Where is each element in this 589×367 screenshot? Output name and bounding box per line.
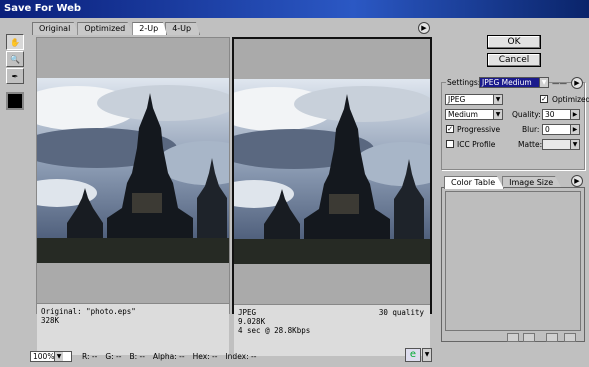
- tab-original[interactable]: Original: [32, 22, 80, 35]
- browser-menu-button[interactable]: ▼: [422, 348, 432, 362]
- eyedropper-icon: ✒: [11, 71, 19, 81]
- blur-input[interactable]: 0 ▶: [542, 124, 580, 135]
- chevron-down-icon: ▼: [54, 351, 63, 361]
- original-filename: Original: "photo.eps": [41, 307, 136, 316]
- hand-tool[interactable]: ✋: [6, 34, 24, 50]
- progressive-checkbox[interactable]: ✓: [446, 125, 454, 133]
- optimized-label: Optimized: [552, 95, 589, 104]
- optimized-panel[interactable]: JPEG 9.028K 4 sec @ 28.8Kbps 30 quality: [232, 37, 432, 356]
- b-readout: B: --: [129, 351, 145, 361]
- arrow-right-icon: ▶: [574, 177, 580, 185]
- color-table-menu-button[interactable]: ▶: [571, 175, 583, 187]
- eyedropper-color-swatch[interactable]: [6, 92, 24, 110]
- original-info: Original: "photo.eps" 328K: [37, 303, 229, 355]
- color-table-grid: [445, 191, 581, 331]
- optimized-download-time: 4 sec @ 28.8Kbps: [238, 326, 311, 335]
- matte-label: Matte:: [518, 140, 543, 149]
- original-image: [37, 78, 229, 263]
- settings-preset-value: JPEG Medium: [482, 78, 532, 87]
- toolbox: ✋ 🔍 ✒: [6, 34, 28, 110]
- format-select[interactable]: JPEG ▼: [445, 94, 503, 105]
- icc-profile-label: ICC Profile: [457, 140, 496, 149]
- g-readout: G: --: [105, 351, 122, 361]
- hand-icon: ✋: [10, 37, 20, 47]
- optimized-checkbox[interactable]: ✓: [540, 95, 548, 103]
- eyedropper-tool[interactable]: ✒: [6, 68, 24, 84]
- chevron-down-icon: ▼: [424, 351, 430, 358]
- browser-icon: e: [409, 349, 417, 360]
- quality-value: 30: [545, 110, 555, 119]
- chevron-down-icon: ▼: [539, 78, 548, 87]
- quality-preset-select[interactable]: Medium ▼: [445, 109, 503, 120]
- ok-button[interactable]: OK: [487, 35, 541, 49]
- tab-optimized[interactable]: Optimized: [77, 22, 135, 35]
- r-readout: R: --: [82, 351, 98, 361]
- magnifier-icon: 🔍: [10, 54, 20, 64]
- checkmark-icon: ✓: [541, 95, 547, 103]
- blur-label: Blur:: [522, 125, 540, 134]
- arrow-right-icon: ▶: [570, 110, 579, 119]
- index-readout: Index: --: [225, 351, 257, 361]
- chevron-down-icon: ▼: [493, 95, 502, 104]
- icc-profile-checkbox[interactable]: [446, 140, 454, 148]
- arrow-right-icon: ▶: [421, 24, 427, 32]
- arrow-right-icon: ▶: [570, 125, 579, 134]
- original-size: 328K: [41, 316, 60, 325]
- quality-preset-value: Medium: [448, 110, 478, 119]
- quality-input[interactable]: 30 ▶: [542, 109, 580, 120]
- hex-readout: Hex: --: [192, 351, 218, 361]
- tab-4up[interactable]: 4-Up: [165, 22, 201, 35]
- settings-separator-line: ——: [552, 79, 567, 88]
- chevron-down-icon: ▼: [570, 140, 579, 149]
- lock-color-button[interactable]: [507, 333, 519, 342]
- original-panel: Original: "photo.eps" 328K: [36, 37, 230, 355]
- settings-preset-select[interactable]: JPEG Medium ▼: [479, 77, 549, 88]
- status-bar: 100% ▼ R: -- G: -- B: -- Alpha: -- Hex: -…: [30, 350, 440, 362]
- quality-label: Quality:: [512, 110, 541, 119]
- window-title: Save For Web: [0, 0, 589, 18]
- matte-select[interactable]: ▼: [542, 139, 580, 150]
- new-color-button[interactable]: [546, 333, 558, 342]
- zoom-tool[interactable]: 🔍: [6, 51, 24, 67]
- cancel-button[interactable]: Cancel: [487, 53, 541, 67]
- blur-value: 0: [545, 125, 550, 134]
- web-shift-button[interactable]: [523, 333, 535, 342]
- view-tabs: Original Optimized 2-Up 4-Up: [32, 22, 201, 35]
- color-table-area: [441, 187, 585, 342]
- zoom-select[interactable]: 100% ▼: [30, 350, 72, 362]
- delete-color-button[interactable]: [564, 333, 576, 342]
- tab-2up[interactable]: 2-Up: [132, 22, 168, 35]
- optimized-info: JPEG 9.028K 4 sec @ 28.8Kbps 30 quality: [234, 304, 430, 356]
- optimized-size: 9.028K: [238, 317, 266, 326]
- arrow-right-icon: ▶: [574, 79, 580, 87]
- checkmark-icon: ✓: [447, 125, 453, 133]
- settings-label: Settings:: [446, 78, 482, 87]
- format-value: JPEG: [448, 95, 466, 104]
- alpha-readout: Alpha: --: [152, 351, 185, 361]
- browser-preview-button[interactable]: e: [405, 348, 421, 362]
- zoom-value: 100%: [33, 351, 55, 361]
- preview-menu-button[interactable]: ▶: [418, 22, 430, 34]
- optimized-quality-note: 30 quality: [378, 308, 424, 317]
- optimized-image: [234, 79, 430, 264]
- settings-menu-button[interactable]: ▶: [571, 77, 583, 89]
- tab-color-table[interactable]: Color Table: [444, 176, 505, 189]
- progressive-label: Progressive: [457, 125, 501, 134]
- chevron-down-icon: ▼: [493, 110, 502, 119]
